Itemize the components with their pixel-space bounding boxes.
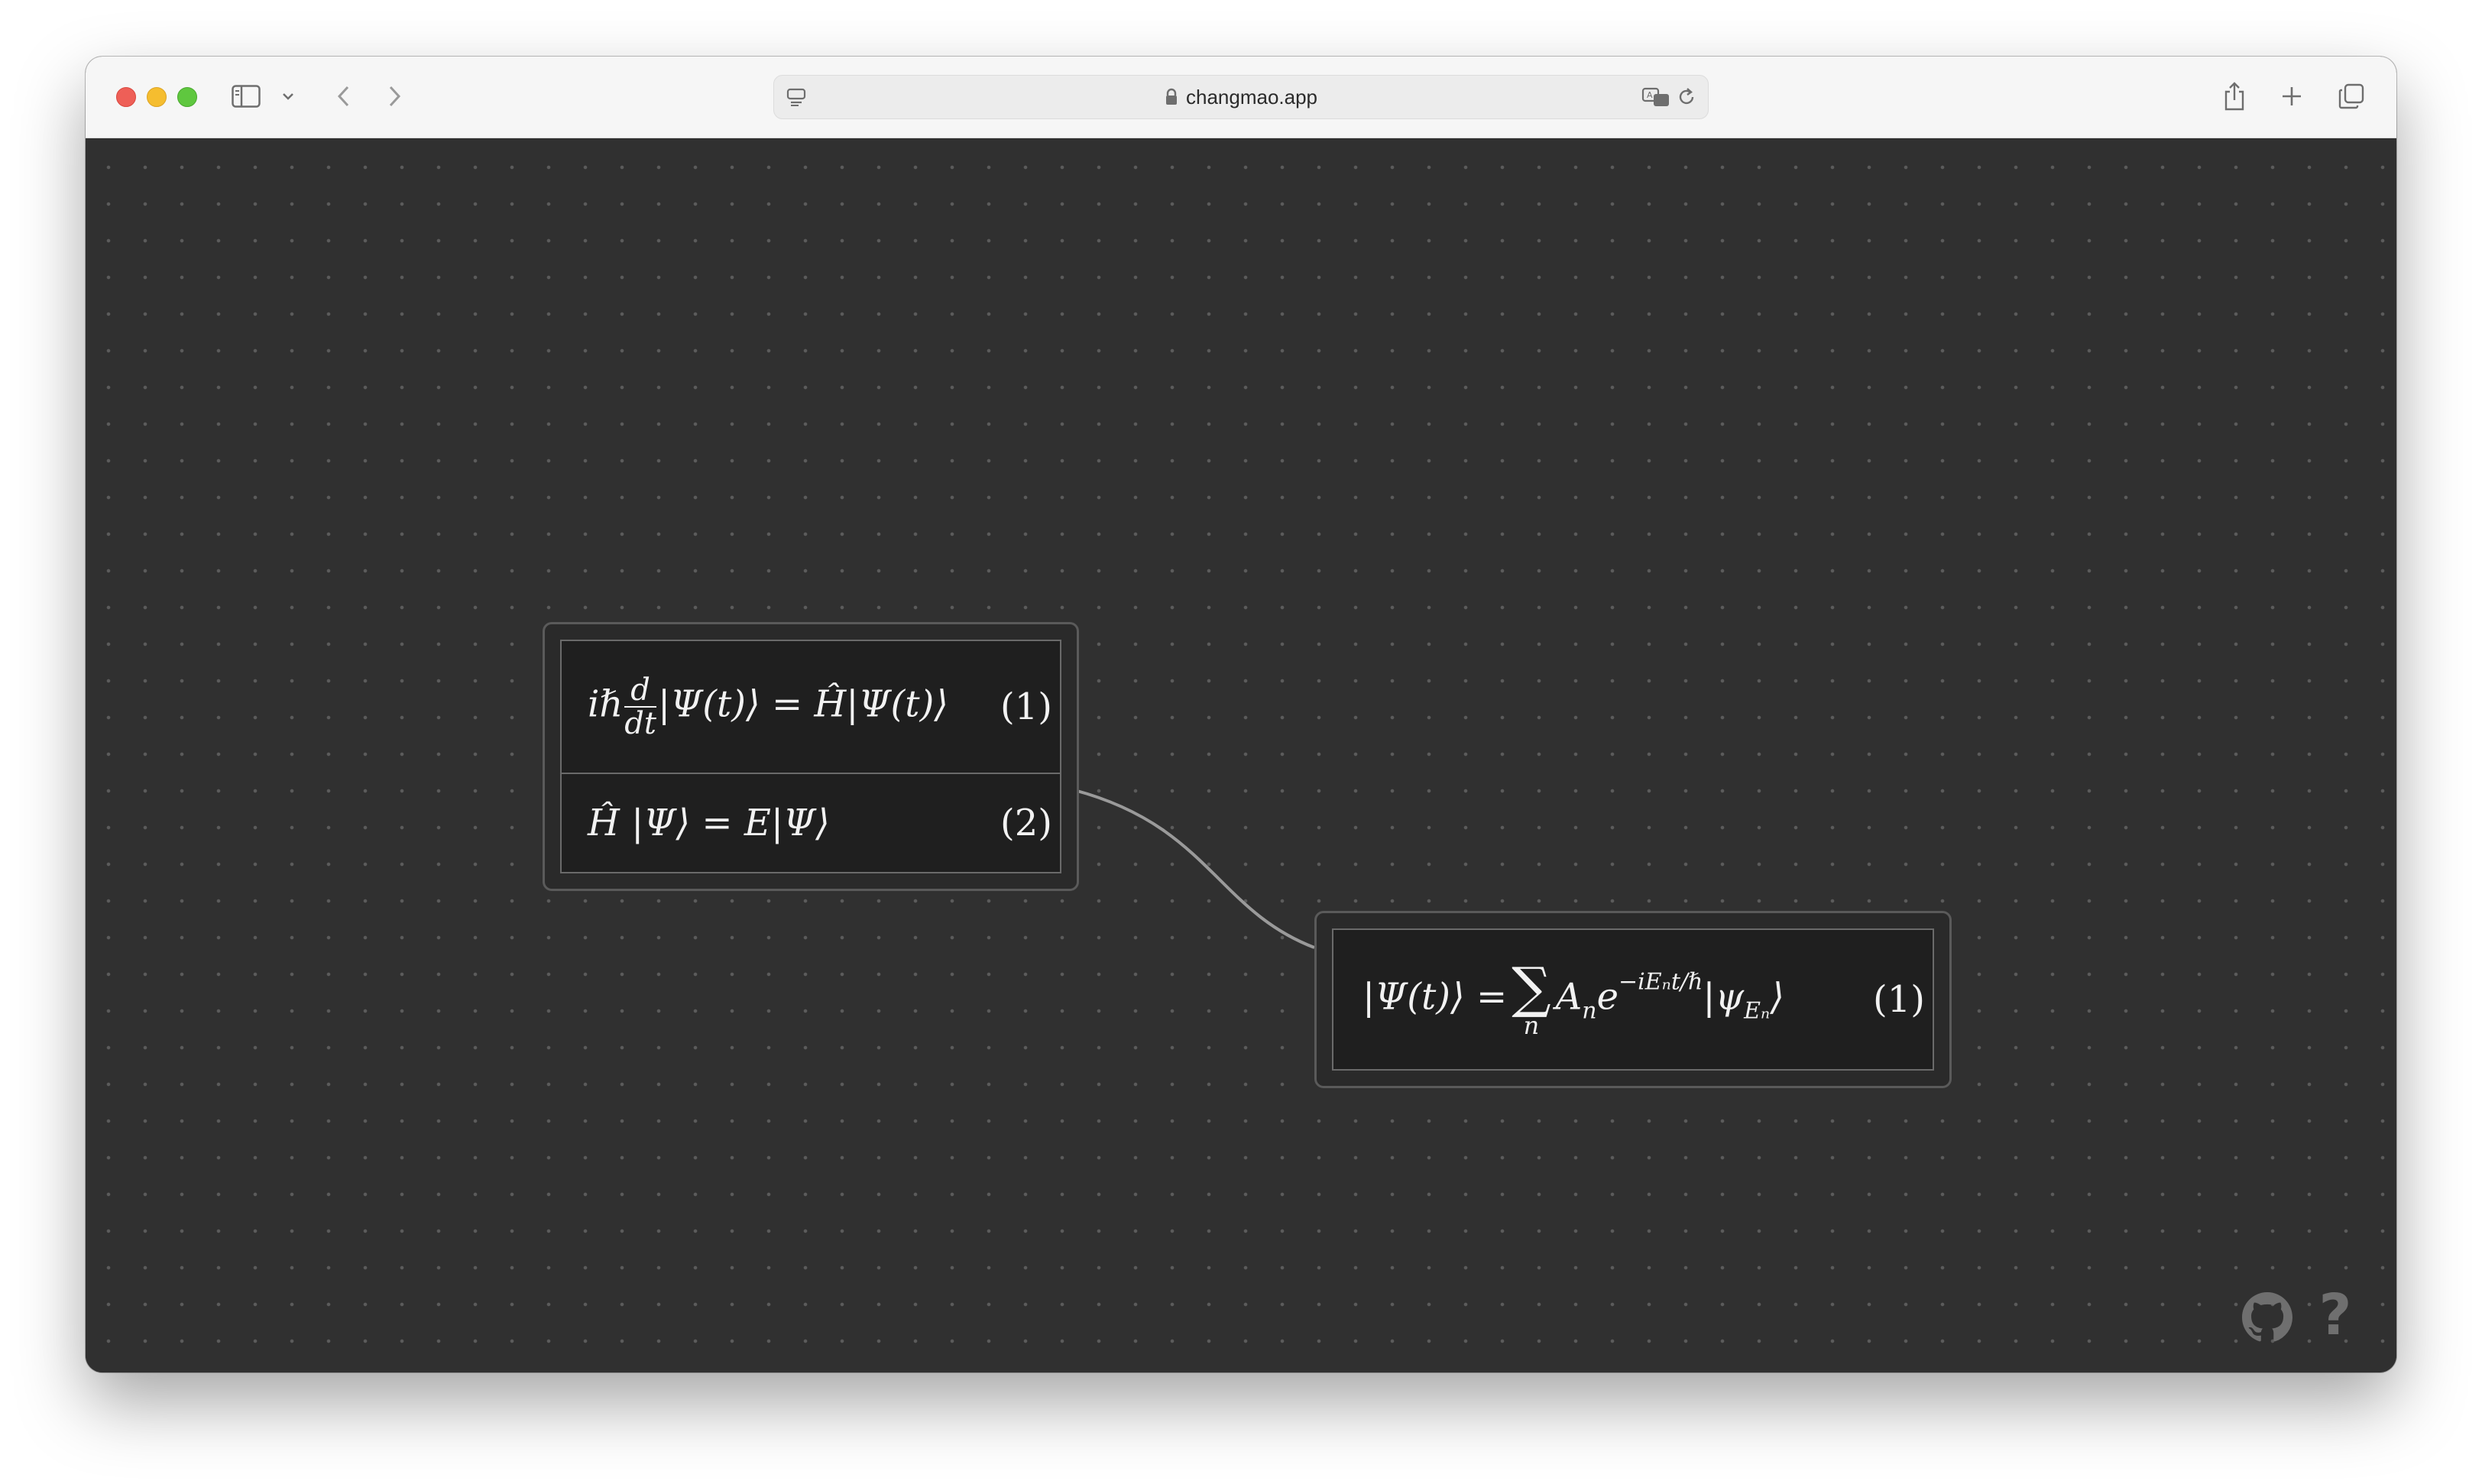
equation-node-body: |Ψ(t)⟩ = ∑ n Ane−iEₙt/ℏ|ψEₙ⟩ (1) xyxy=(1332,928,1934,1071)
edge-layer xyxy=(1074,789,1315,949)
equation-number: (1) xyxy=(1000,685,1052,728)
browser-window: changmao.app A iℏ d dt |Ψ(t)⟩ = Ĥ|Ψ(t)⟩ … xyxy=(86,57,2396,1372)
lock-icon xyxy=(1165,88,1178,106)
chevron-down-icon[interactable] xyxy=(280,87,296,105)
sidebar-toggle-icon[interactable] xyxy=(231,83,261,110)
help-icon[interactable]: ? xyxy=(2312,1285,2358,1346)
math-fraction: d dt xyxy=(624,674,656,740)
sum-sigma: ∑ xyxy=(1512,954,1551,1019)
url-display[interactable]: changmao.app xyxy=(774,76,1708,118)
math-term: |ψ xyxy=(1703,975,1745,1019)
browser-toolbar: changmao.app A xyxy=(86,57,2396,138)
plus-icon[interactable] xyxy=(2279,83,2305,110)
math-subscript: n xyxy=(1582,997,1597,1025)
math-term: A xyxy=(1555,975,1583,1019)
math-term: |Ψ(t)⟩ = Ĥ|Ψ(t)⟩ xyxy=(657,682,949,726)
math-term: iℏ xyxy=(588,682,624,726)
close-window-button[interactable] xyxy=(116,87,136,107)
equation-row[interactable]: |Ψ(t)⟩ = ∑ n Ane−iEₙt/ℏ|ψEₙ⟩ (1) xyxy=(1333,930,1933,1069)
back-arrow-icon[interactable] xyxy=(332,83,355,110)
zoom-window-button[interactable] xyxy=(177,87,197,107)
equation-row[interactable]: iℏ d dt |Ψ(t)⟩ = Ĥ|Ψ(t)⟩ (1) xyxy=(562,641,1060,773)
equation-number: (2) xyxy=(1000,802,1052,844)
url-text: changmao.app xyxy=(1185,85,1318,109)
equation-node-1[interactable]: iℏ d dt |Ψ(t)⟩ = Ĥ|Ψ(t)⟩ (1) Ĥ |Ψ⟩ = E|Ψ⟩ (… xyxy=(543,622,1079,891)
forward-arrow-icon[interactable] xyxy=(384,83,407,110)
svg-text:A: A xyxy=(1647,90,1653,100)
math-superscript: −iEₙt/ℏ xyxy=(1618,968,1703,996)
equation-row[interactable]: Ĥ |Ψ⟩ = E|Ψ⟩ (2) xyxy=(562,774,1060,872)
equation-number: (1) xyxy=(1873,978,1925,1021)
fraction-denominator: dt xyxy=(624,706,656,741)
equation-math: iℏ d dt |Ψ(t)⟩ = Ĥ|Ψ(t)⟩ xyxy=(562,674,948,740)
github-icon[interactable] xyxy=(2242,1292,2292,1343)
equation-node-body: iℏ d dt |Ψ(t)⟩ = Ĥ|Ψ(t)⟩ (1) Ĥ |Ψ⟩ = E|Ψ⟩ (… xyxy=(560,640,1061,873)
tab-overview-icon[interactable] xyxy=(2337,81,2366,112)
math-term: ⟩ xyxy=(1770,975,1784,1019)
math-subscript: Eₙ xyxy=(1744,997,1771,1025)
sum-index: n xyxy=(1523,1011,1540,1041)
reload-icon[interactable] xyxy=(1674,85,1699,109)
equation-math: Ĥ |Ψ⟩ = E|Ψ⟩ xyxy=(588,802,830,844)
translate-icon[interactable]: A xyxy=(1641,85,1671,109)
minimize-window-button[interactable] xyxy=(147,87,167,107)
address-bar[interactable]: changmao.app A xyxy=(773,75,1709,119)
math-term: e xyxy=(1596,975,1619,1019)
fraction-numerator: d xyxy=(630,672,650,708)
equation-node-2[interactable]: |Ψ(t)⟩ = ∑ n Ane−iEₙt/ℏ|ψEₙ⟩ (1) xyxy=(1314,911,1952,1088)
math-sum: ∑ n xyxy=(1512,954,1551,1041)
graph-canvas[interactable]: iℏ d dt |Ψ(t)⟩ = Ĥ|Ψ(t)⟩ (1) Ĥ |Ψ⟩ = E|Ψ⟩ (… xyxy=(86,138,2396,1372)
equation-math: |Ψ(t)⟩ = ∑ n Ane−iEₙt/ℏ|ψEₙ⟩ xyxy=(1333,954,1784,1041)
share-icon[interactable] xyxy=(2221,79,2248,113)
connection-edge[interactable] xyxy=(1074,789,1315,949)
math-term: |Ψ(t)⟩ = xyxy=(1363,975,1508,1019)
